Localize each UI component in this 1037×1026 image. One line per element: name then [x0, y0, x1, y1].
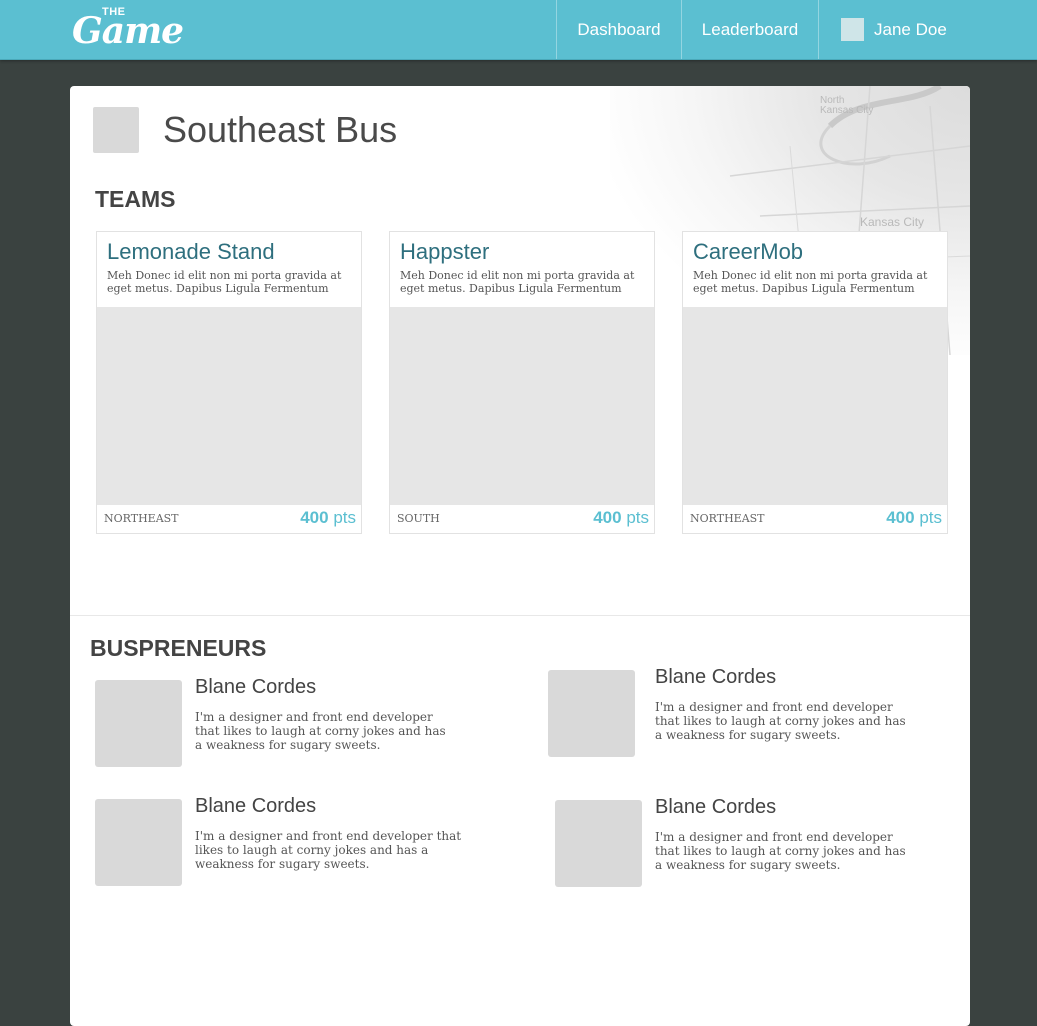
team-card[interactable]: CareerMob Meh Donec id elit non mi porta…	[682, 231, 948, 534]
team-points-unit: pts	[626, 508, 649, 527]
buspreneur-bio: I'm a designer and front end developer t…	[655, 700, 906, 742]
buspreneur-name[interactable]: Blane Cordes	[195, 795, 316, 818]
team-image[interactable]	[683, 307, 947, 505]
nav-dashboard[interactable]: Dashboard	[556, 0, 681, 59]
buspreneur-name[interactable]: Blane Cordes	[655, 666, 776, 689]
buspreneur-avatar[interactable]	[548, 670, 635, 757]
team-points: 400 pts	[593, 508, 649, 528]
team-points-value: 400	[300, 508, 329, 527]
page-title: Southeast Bus	[163, 109, 398, 150]
team-region: NORTHEAST	[690, 512, 765, 525]
map-label-kc: Kansas City	[860, 215, 925, 229]
logo-main-text: Game	[72, 10, 184, 52]
buspreneurs-heading: BUSPRENEURS	[90, 635, 267, 661]
team-card[interactable]: Lemonade Stand Meh Donec id elit non mi …	[96, 231, 362, 534]
nav-leaderboard[interactable]: Leaderboard	[681, 0, 818, 59]
buspreneur-bio: I'm a designer and front end developer t…	[195, 829, 462, 871]
top-navbar: THE Game Dashboard Leaderboard Jane Doe	[0, 0, 1037, 60]
team-description: Meh Donec id elit non mi porta gravida a…	[400, 269, 635, 295]
team-points-value: 400	[593, 508, 622, 527]
buspreneur-avatar[interactable]	[95, 680, 182, 767]
bus-panel: North Kansas City Kansas City Southeast …	[70, 86, 970, 1026]
buspreneur-avatar[interactable]	[95, 799, 182, 886]
map-label-north-kc: North Kansas City	[820, 95, 874, 116]
team-name[interactable]: Lemonade Stand	[107, 239, 275, 265]
team-points-unit: pts	[333, 508, 356, 527]
team-name[interactable]: CareerMob	[693, 239, 803, 265]
team-region: NORTHEAST	[104, 512, 179, 525]
team-name[interactable]: Happster	[400, 239, 489, 265]
main-nav: Dashboard Leaderboard Jane Doe	[556, 0, 1037, 59]
buspreneur-bio: I'm a designer and front end developer t…	[195, 710, 446, 752]
team-points-unit: pts	[919, 508, 942, 527]
team-image[interactable]	[390, 307, 654, 505]
team-region: SOUTH	[397, 512, 440, 525]
team-card[interactable]: Happster Meh Donec id elit non mi porta …	[389, 231, 655, 534]
user-menu[interactable]: Jane Doe	[818, 0, 1037, 59]
buspreneur-name[interactable]: Blane Cordes	[195, 676, 316, 699]
teams-heading: TEAMS	[95, 186, 176, 212]
team-description: Meh Donec id elit non mi porta gravida a…	[693, 269, 928, 295]
user-name: Jane Doe	[874, 19, 947, 39]
buspreneur-avatar[interactable]	[555, 800, 642, 887]
section-divider	[70, 615, 970, 616]
user-avatar	[841, 18, 864, 41]
buspreneur-bio: I'm a designer and front end developer t…	[655, 830, 906, 872]
buspreneur-name[interactable]: Blane Cordes	[655, 796, 776, 819]
team-description: Meh Donec id elit non mi porta gravida a…	[107, 269, 342, 295]
bus-avatar	[93, 107, 139, 153]
team-image[interactable]	[97, 307, 361, 505]
team-points: 400 pts	[886, 508, 942, 528]
team-points-value: 400	[886, 508, 915, 527]
team-points: 400 pts	[300, 508, 356, 528]
